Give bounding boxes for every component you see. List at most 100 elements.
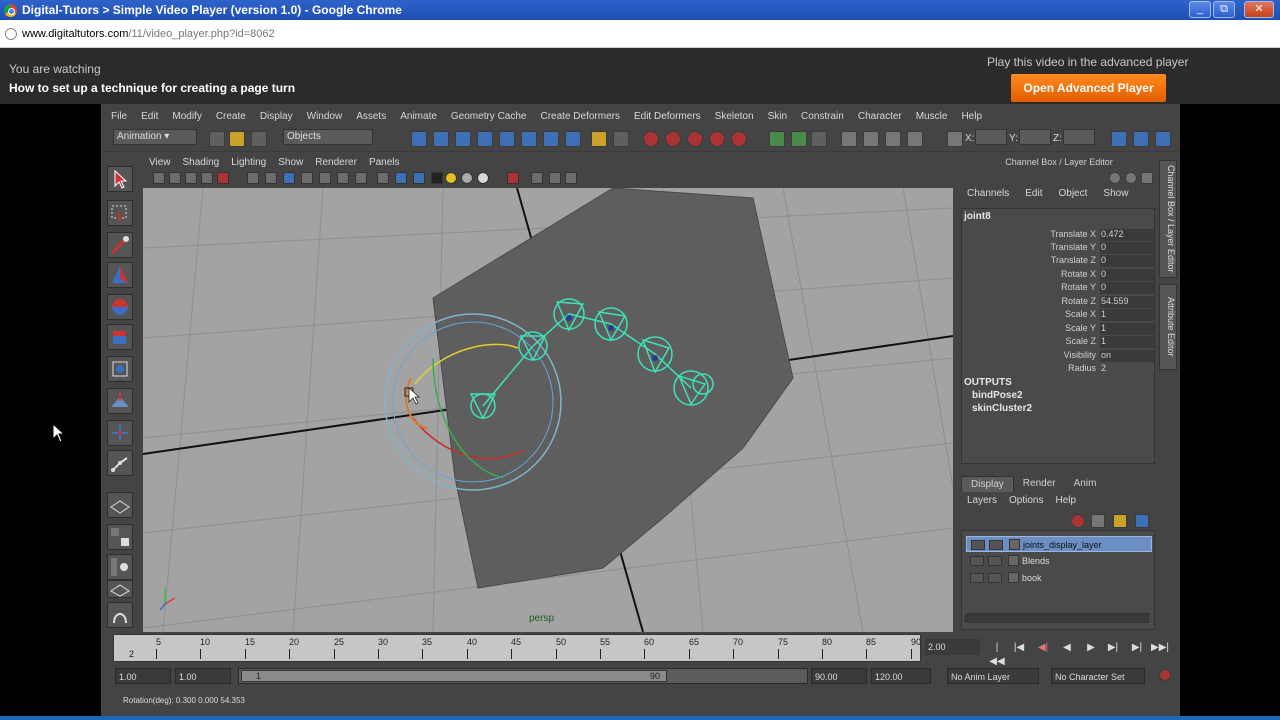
image-plane-icon[interactable] bbox=[201, 172, 213, 184]
new-scene-icon[interactable] bbox=[209, 131, 225, 147]
all-lights-icon[interactable] bbox=[461, 172, 473, 184]
save-scene-icon[interactable] bbox=[251, 131, 267, 147]
hud-icon[interactable] bbox=[531, 172, 543, 184]
render-settings-icon[interactable] bbox=[709, 131, 725, 147]
address-bar[interactable]: www.digitaltutors.com/11/video_player.ph… bbox=[0, 20, 1280, 48]
menu-constrain[interactable]: Constrain bbox=[801, 111, 844, 122]
channel-box-icon-1[interactable] bbox=[1109, 172, 1121, 184]
dope-sheet-icon[interactable] bbox=[863, 131, 879, 147]
smooth-shade-icon[interactable] bbox=[283, 172, 295, 184]
lasso-tool-icon[interactable] bbox=[107, 200, 133, 226]
perspective-viewport[interactable] bbox=[143, 188, 953, 632]
attr-value[interactable]: 1 bbox=[1100, 323, 1154, 335]
tab-attribute-editor[interactable]: Attribute Editor bbox=[1159, 284, 1177, 370]
cb-menu-object[interactable]: Object bbox=[1059, 188, 1088, 204]
paint-select-tool-icon[interactable] bbox=[107, 232, 133, 258]
menu-skin[interactable]: Skin bbox=[768, 111, 787, 122]
animation-start-field[interactable]: 1.00 bbox=[115, 668, 171, 684]
maximize-button[interactable]: ⧉ bbox=[1213, 1, 1235, 18]
hypergraph-icon[interactable] bbox=[907, 131, 923, 147]
anim-layer-dropdown[interactable]: No Anim Layer bbox=[947, 668, 1039, 684]
coord-y-field[interactable] bbox=[1019, 129, 1051, 145]
tab-render[interactable]: Render bbox=[1014, 476, 1065, 492]
wireframe-icon[interactable] bbox=[265, 172, 277, 184]
current-frame-field[interactable]: 2.00 bbox=[925, 639, 980, 655]
video-frame[interactable]: File Edit Modify Create Display Window A… bbox=[101, 104, 1180, 716]
isolate-select-icon[interactable] bbox=[377, 172, 389, 184]
playback-end-field[interactable]: 90.00 bbox=[811, 668, 867, 684]
menu-window[interactable]: Window bbox=[307, 111, 343, 122]
channel-box-toggle-icon[interactable] bbox=[1155, 131, 1171, 147]
page-info-icon[interactable] bbox=[5, 27, 17, 40]
panel-menu-panels[interactable]: Panels bbox=[369, 157, 400, 168]
checker-icon[interactable] bbox=[431, 172, 443, 184]
selection-mode-field[interactable]: Objects bbox=[283, 129, 373, 145]
layer-type-toggle[interactable] bbox=[988, 573, 1002, 583]
camera-attributes-icon[interactable] bbox=[169, 172, 181, 184]
textured-cube-icon[interactable] bbox=[413, 172, 425, 184]
le-menu-options[interactable]: Options bbox=[1009, 495, 1043, 506]
layer-color-swatch[interactable] bbox=[1008, 572, 1019, 583]
tab-channel-box[interactable]: Channel Box / Layer Editor bbox=[1159, 160, 1177, 278]
step-back-key-button[interactable]: ◀| bbox=[1035, 641, 1051, 655]
minimize-button[interactable]: _ bbox=[1189, 1, 1211, 18]
scale-tool-icon[interactable] bbox=[107, 324, 133, 350]
layout-single-pane-icon[interactable] bbox=[107, 492, 133, 518]
layout-perspective-icon[interactable] bbox=[107, 580, 133, 598]
layer-type-toggle[interactable] bbox=[988, 556, 1002, 566]
attr-value[interactable]: 54.559 bbox=[1100, 296, 1154, 308]
layer-color-swatch[interactable] bbox=[1008, 555, 1019, 566]
select-hierarchy-icon[interactable] bbox=[411, 131, 427, 147]
shaded-cube-icon[interactable] bbox=[395, 172, 407, 184]
animation-preferences-icon[interactable] bbox=[1159, 669, 1171, 681]
select-component-icon[interactable] bbox=[455, 131, 471, 147]
construction-history-icon[interactable] bbox=[643, 131, 659, 147]
cb-menu-edit[interactable]: Edit bbox=[1025, 188, 1042, 204]
output-node[interactable]: skinCluster2 bbox=[972, 403, 1032, 414]
layer-color-swatch[interactable] bbox=[1009, 539, 1020, 550]
select-tool-icon[interactable] bbox=[107, 166, 133, 192]
default-light-icon[interactable] bbox=[445, 172, 457, 184]
move-layer-up-icon[interactable] bbox=[1113, 514, 1127, 528]
shadows-icon[interactable] bbox=[507, 172, 519, 184]
graph-editor-icon[interactable] bbox=[841, 131, 857, 147]
menu-assets[interactable]: Assets bbox=[356, 111, 386, 122]
layout-four-pane-icon[interactable] bbox=[107, 524, 133, 550]
channel-box-icon-3[interactable] bbox=[1141, 172, 1153, 184]
cb-menu-channels[interactable]: Channels bbox=[967, 188, 1009, 204]
hypershade-icon[interactable] bbox=[731, 131, 747, 147]
snap-curve-icon[interactable] bbox=[499, 131, 515, 147]
panel-menu-show[interactable]: Show bbox=[278, 157, 303, 168]
transform-mode-icon[interactable] bbox=[947, 131, 963, 147]
panel-menu-renderer[interactable]: Renderer bbox=[315, 157, 357, 168]
le-menu-layers[interactable]: Layers bbox=[967, 495, 997, 506]
select-object-icon[interactable] bbox=[433, 131, 449, 147]
attr-value[interactable]: 0.472 bbox=[1100, 229, 1154, 241]
attr-value[interactable]: 1 bbox=[1100, 309, 1154, 321]
layout-hypergraph-icon[interactable] bbox=[107, 602, 133, 628]
close-button[interactable]: ✕ bbox=[1244, 1, 1274, 18]
menu-skeleton[interactable]: Skeleton bbox=[715, 111, 754, 122]
menu-geometry-cache[interactable]: Geometry Cache bbox=[451, 111, 527, 122]
snap-grid-icon[interactable] bbox=[477, 131, 493, 147]
menu-modify[interactable]: Modify bbox=[172, 111, 201, 122]
xray-joints-icon[interactable] bbox=[337, 172, 349, 184]
time-slider[interactable]: 2 5 10 15 20 25 30 35 40 45 50 55 60 65 … bbox=[113, 634, 921, 662]
layer-visibility-toggle[interactable] bbox=[970, 556, 984, 566]
new-layer-icon[interactable] bbox=[1071, 514, 1085, 528]
lock-icon[interactable] bbox=[591, 131, 607, 147]
layout-outliner-icon[interactable] bbox=[107, 554, 133, 580]
open-scene-icon[interactable] bbox=[229, 131, 245, 147]
layer-visibility-toggle[interactable] bbox=[971, 540, 985, 550]
textured-icon[interactable] bbox=[355, 172, 367, 184]
layer-list-scrollbar[interactable] bbox=[965, 613, 1149, 623]
render-frame-icon[interactable] bbox=[665, 131, 681, 147]
layer-row[interactable]: book bbox=[966, 570, 1152, 586]
attr-value[interactable]: 0 bbox=[1100, 242, 1154, 254]
menu-create[interactable]: Create bbox=[216, 111, 246, 122]
mode-dropdown[interactable]: Animation ▾ bbox=[113, 129, 197, 145]
trax-icon[interactable] bbox=[885, 131, 901, 147]
layer-row[interactable]: Blends bbox=[966, 553, 1152, 569]
attr-value[interactable]: 0 bbox=[1100, 269, 1154, 281]
go-to-end-button[interactable]: ▶▶| bbox=[1151, 641, 1169, 655]
